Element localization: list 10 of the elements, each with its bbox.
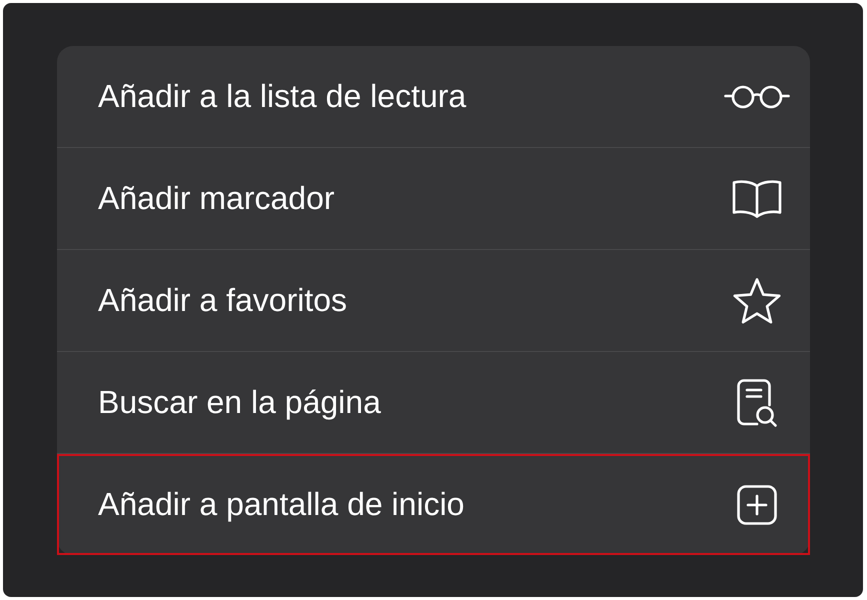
menu-item[interactable]: Añadir a la lista de lectura <box>57 46 810 147</box>
menu-item[interactable]: Añadir marcador <box>57 148 810 249</box>
book-icon <box>732 178 782 218</box>
menu-item[interactable]: Añadir a favoritos <box>57 250 810 351</box>
menu-item[interactable]: Buscar en la página <box>57 352 810 453</box>
menu-item[interactable]: Añadir a pantalla de inicio <box>57 454 810 555</box>
star-icon <box>732 276 782 324</box>
glasses-icon <box>724 84 790 110</box>
document-search-icon <box>736 378 778 428</box>
add-square-icon <box>736 484 778 526</box>
